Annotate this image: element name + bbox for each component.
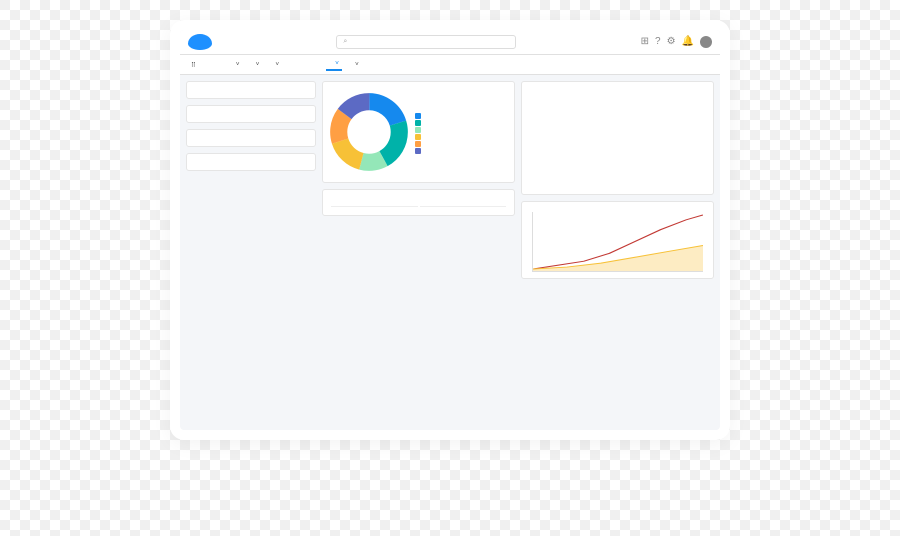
settings-icon[interactable]: ⚙: [667, 36, 676, 48]
monthly-sales-card: [521, 81, 714, 195]
kpi-closed-quarter: [186, 81, 316, 99]
nav-wave-ops[interactable]: [306, 63, 312, 67]
avatar-icon[interactable]: [700, 36, 712, 48]
app-launcher-icon[interactable]: ⠿: [188, 59, 199, 71]
nav-opportunities[interactable]: ˅: [247, 59, 263, 70]
notifications-icon[interactable]: 🔔: [682, 36, 694, 48]
nav-wave-mgr[interactable]: [296, 63, 302, 67]
salesforce-logo[interactable]: [188, 34, 212, 50]
donut-legend: [415, 110, 424, 155]
screen: ⌕ ⊞ ? ⚙ 🔔 ⠿ ˅ ˅ ˅ ˅ ˅: [180, 30, 720, 430]
nav-wave-exec[interactable]: [316, 63, 322, 67]
kpi-closed-month: [186, 129, 316, 147]
add-icon[interactable]: ⊞: [641, 36, 649, 48]
nav-home[interactable]: [217, 63, 223, 67]
nav-cases[interactable]: ˅: [266, 59, 282, 70]
evolution-table: [329, 200, 508, 209]
deals-by-segment-card: [322, 81, 515, 183]
nav-wave-rep[interactable]: [286, 63, 292, 67]
line-chart: [532, 212, 703, 272]
search-icon: ⌕: [343, 38, 347, 46]
daily-sales-card: [521, 201, 714, 279]
help-icon[interactable]: ?: [655, 36, 661, 48]
nav-more[interactable]: ˅: [346, 59, 362, 70]
nav-dashboards[interactable]: ˅: [326, 58, 342, 71]
global-search[interactable]: ⌕: [336, 35, 516, 49]
global-header: ⌕ ⊞ ? ⚙ 🔔: [180, 30, 720, 55]
nav-accounts[interactable]: ˅: [227, 59, 243, 70]
donut-chart: [329, 92, 409, 172]
sales-evolution-card: [322, 189, 515, 216]
nav-bar: ⠿ ˅ ˅ ˅ ˅ ˅: [180, 55, 720, 75]
stacked-bar-chart: [532, 92, 703, 162]
monitor-frame: ⌕ ⊞ ? ⚙ 🔔 ⠿ ˅ ˅ ˅ ˅ ˅: [170, 20, 730, 440]
kpi-completed-activities: [186, 153, 316, 171]
kpi-avg-deal-age: [186, 105, 316, 123]
app-name: [203, 63, 209, 67]
